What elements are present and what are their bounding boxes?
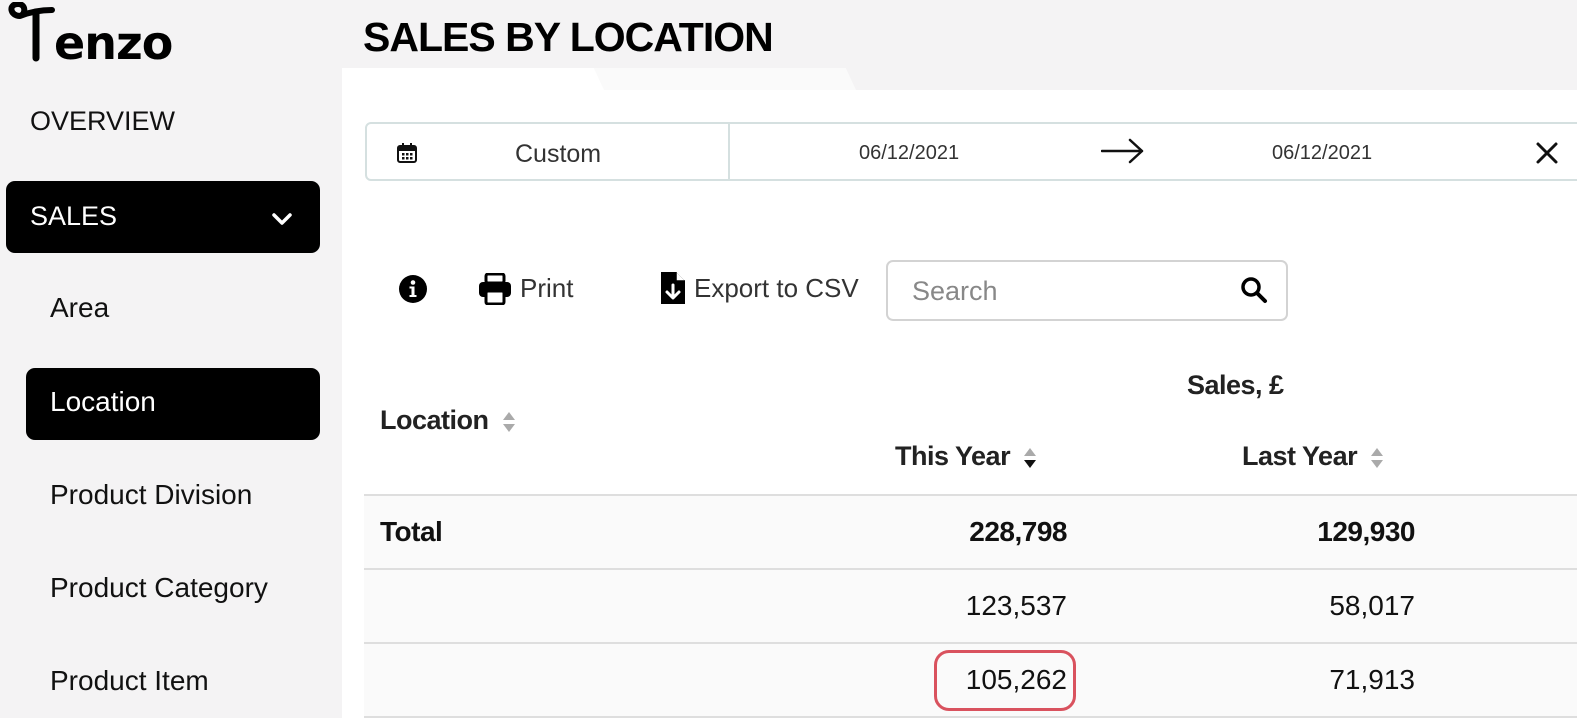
- divider: [728, 124, 730, 179]
- end-date-input[interactable]: 06/12/2021: [1272, 142, 1372, 165]
- date-preset-select[interactable]: Custom: [515, 140, 601, 169]
- column-header-last-year[interactable]: Last Year: [1242, 441, 1384, 472]
- cell-this-year: 123,537: [965, 590, 1067, 621]
- main-panel: Custom 06/12/2021 06/12/2021 Print Expor…: [342, 68, 1577, 718]
- svg-text:enzo: enzo: [54, 16, 172, 64]
- last-year-header-label: Last Year: [1242, 441, 1358, 471]
- sidebar-item-product-division[interactable]: Product Division: [50, 479, 252, 511]
- search-box[interactable]: [886, 260, 1288, 321]
- print-label: Print: [520, 273, 574, 303]
- location-header-label: Location: [380, 405, 489, 435]
- arrow-right-icon: [1101, 138, 1144, 164]
- cell-this-year: 228,798: [969, 516, 1067, 547]
- date-range-picker[interactable]: Custom 06/12/2021 06/12/2021: [365, 122, 1577, 181]
- start-date-input[interactable]: 06/12/2021: [859, 142, 959, 165]
- sidebar-item-area[interactable]: Area: [50, 292, 109, 324]
- info-icon[interactable]: [398, 274, 428, 304]
- tab-strip: [342, 68, 1577, 90]
- cell-last-year: 71,913: [1329, 664, 1415, 695]
- nav-overview[interactable]: OVERVIEW: [30, 106, 175, 137]
- nav-sales-label: SALES: [30, 201, 118, 231]
- highlight-annotation: [934, 650, 1076, 711]
- sidebar-item-location[interactable]: Location: [26, 368, 320, 440]
- tab-current[interactable]: [342, 68, 604, 90]
- sort-icon[interactable]: [502, 411, 516, 433]
- sidebar-item-product-category[interactable]: Product Category: [50, 572, 268, 604]
- tenzo-logo: enzo: [8, 2, 173, 64]
- sort-desc-icon[interactable]: [1023, 447, 1037, 469]
- cell-last-year: 58,017: [1329, 590, 1415, 621]
- sidebar-item-label: Location: [50, 386, 156, 417]
- table-row[interactable]: 123,537 58,017: [364, 570, 1577, 644]
- file-download-icon: [661, 272, 685, 304]
- sort-icon[interactable]: [1370, 447, 1384, 469]
- sidebar: OVERVIEW SALES Area Location Product Div…: [0, 68, 342, 718]
- export-label: Export to CSV: [694, 273, 859, 303]
- nav-sales-section[interactable]: SALES: [6, 181, 320, 253]
- column-header-this-year[interactable]: This Year: [895, 441, 1037, 472]
- calendar-icon[interactable]: [395, 141, 419, 165]
- tab-other[interactable]: [593, 68, 856, 90]
- close-icon[interactable]: [1535, 141, 1559, 165]
- column-header-location[interactable]: Location: [380, 405, 516, 436]
- cell-last-year: 129,930: [1317, 516, 1415, 547]
- chevron-down-icon: [272, 213, 292, 225]
- page-title: SALES BY LOCATION: [363, 14, 774, 60]
- sidebar-item-product-item[interactable]: Product Item: [50, 665, 209, 697]
- search-icon[interactable]: [1240, 276, 1268, 304]
- this-year-header-label: This Year: [895, 441, 1011, 471]
- printer-icon: [479, 273, 511, 305]
- cell-location: Total: [380, 516, 443, 547]
- sales-group-header: Sales, £: [1187, 370, 1284, 400]
- table-row-total[interactable]: Total 228,798 129,930: [364, 496, 1577, 570]
- search-input[interactable]: [912, 274, 1232, 308]
